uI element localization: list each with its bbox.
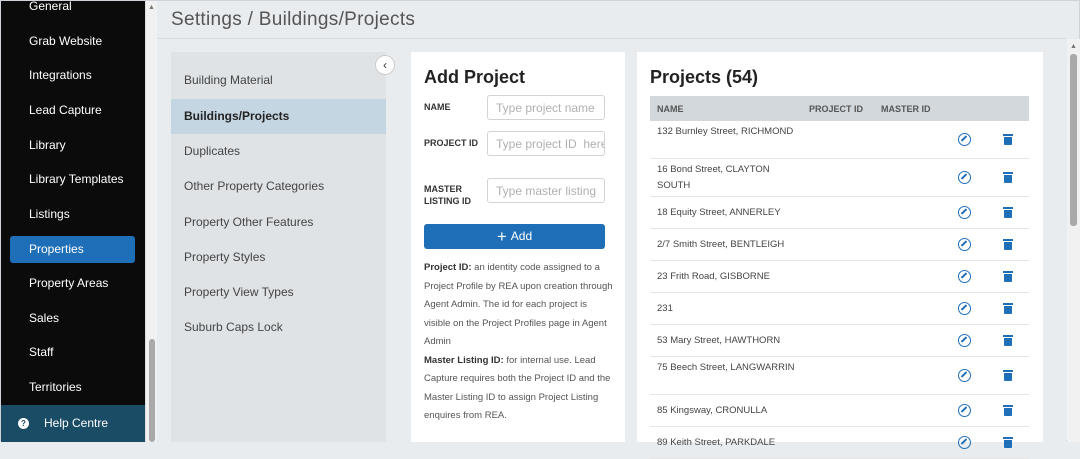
title-divider xyxy=(158,38,1066,39)
master-listing-id-input[interactable] xyxy=(487,178,605,203)
project-name: 18 Equity Street, ANNERLEY xyxy=(657,207,781,218)
table-row: 75 Beech Street, LANGWARRIN xyxy=(650,357,1029,395)
settings-nav-suburb-caps-lock[interactable]: Suburb Caps Lock xyxy=(171,310,386,345)
trash-icon[interactable] xyxy=(1003,133,1013,145)
trash-icon[interactable] xyxy=(1003,270,1013,282)
project-name: 23 Frith Road, GISBORNE xyxy=(657,271,770,282)
project-name: 75 Beech Street, LANGWARRIN xyxy=(657,362,795,373)
sidebar-item-territories[interactable]: Territories xyxy=(10,374,135,401)
settings-nav-buildings-projects[interactable]: Buildings/Projects xyxy=(171,99,386,134)
sidebar-scrollbar-thumb[interactable] xyxy=(149,339,155,442)
add-project-title: Add Project xyxy=(424,67,526,87)
sidebar-scrollbar[interactable]: ▲ xyxy=(145,1,157,442)
projects-panel: Projects (54) NAME PROJECT ID MASTER ID … xyxy=(637,52,1043,459)
add-project-button[interactable]: + Add xyxy=(424,224,605,249)
column-header-project-id[interactable]: PROJECT ID xyxy=(809,104,863,114)
edit-icon[interactable] xyxy=(958,436,971,449)
trash-icon[interactable] xyxy=(1003,302,1013,314)
settings-nav-property-other-features[interactable]: Property Other Features xyxy=(171,205,386,240)
help-icon: ? xyxy=(18,418,29,429)
settings-nav-building-material[interactable]: Building Material xyxy=(171,63,386,98)
help-project-id-text: an identity code assigned to a Project P… xyxy=(424,262,613,347)
main-scrollbar[interactable]: ▲ xyxy=(1067,39,1080,442)
help-master-title: Master Listing ID: xyxy=(424,354,504,366)
edit-icon[interactable] xyxy=(958,270,971,283)
project-name: 53 Mary Street, HAWTHORN xyxy=(657,335,781,346)
help-centre-link[interactable]: ? Help Centre xyxy=(1,405,145,442)
edit-icon[interactable] xyxy=(958,334,971,347)
table-row: 231 xyxy=(650,293,1029,325)
table-row: 132 Burnley Street, RICHMOND xyxy=(650,121,1029,159)
table-row: 2/7 Smith Street, BENTLEIGH xyxy=(650,229,1029,261)
project-name: 16 Bond Street, CLAYTON SOUTH xyxy=(657,164,770,191)
name-label: NAME xyxy=(424,102,451,112)
sidebar: General Grab Website Integrations Lead C… xyxy=(1,0,145,442)
trash-icon[interactable] xyxy=(1003,369,1013,381)
edit-icon[interactable] xyxy=(958,302,971,315)
project-name: 85 Kingsway, CRONULLA xyxy=(657,405,768,416)
column-header-name[interactable]: NAME xyxy=(657,104,684,114)
trash-icon[interactable] xyxy=(1003,404,1013,416)
edit-icon[interactable] xyxy=(958,404,971,417)
trash-icon[interactable] xyxy=(1003,206,1013,218)
table-row: 85 Kingsway, CRONULLA xyxy=(650,395,1029,427)
plus-icon: + xyxy=(496,227,507,246)
edit-icon[interactable] xyxy=(958,171,971,184)
help-project-id-title: Project ID: xyxy=(424,262,472,273)
settings-nav-other-property-categories[interactable]: Other Property Categories xyxy=(171,169,386,204)
sidebar-item-integrations[interactable]: Integrations xyxy=(10,62,135,89)
sidebar-item-grab-website[interactable]: Grab Website xyxy=(10,28,135,55)
help-centre-label: Help Centre xyxy=(44,416,109,430)
settings-nav-duplicates[interactable]: Duplicates xyxy=(171,134,386,169)
edit-icon[interactable] xyxy=(958,133,971,146)
settings-nav: Building Material Buildings/Projects Dup… xyxy=(171,52,386,442)
scroll-up-arrow-icon[interactable]: ▲ xyxy=(148,4,155,11)
table-row: 23 Frith Road, GISBORNE xyxy=(650,261,1029,293)
sidebar-item-general[interactable]: General xyxy=(10,0,135,20)
sidebar-item-lead-capture[interactable]: Lead Capture xyxy=(10,97,135,124)
project-id-label: PROJECT ID xyxy=(424,138,479,148)
project-name: 132 Burnley Street, RICHMOND xyxy=(657,126,794,137)
table-row: 89 Keith Street, PARKDALE xyxy=(650,427,1029,459)
add-project-panel: Add Project NAME PROJECT ID MASTER LISTI… xyxy=(411,52,625,442)
trash-icon[interactable] xyxy=(1003,436,1013,448)
project-name: 231 xyxy=(657,303,673,314)
table-row: 18 Equity Street, ANNERLEY xyxy=(650,197,1029,229)
settings-nav-property-view-types[interactable]: Property View Types xyxy=(171,275,386,310)
edit-icon[interactable] xyxy=(958,238,971,251)
settings-nav-property-styles[interactable]: Property Styles xyxy=(171,240,386,275)
project-name: 89 Keith Street, PARKDALE xyxy=(657,437,776,448)
trash-icon[interactable] xyxy=(1003,171,1013,183)
trash-icon[interactable] xyxy=(1003,334,1013,346)
column-header-master-id[interactable]: MASTER ID xyxy=(881,104,931,114)
sidebar-item-library-templates[interactable]: Library Templates xyxy=(10,166,135,193)
sidebar-item-property-areas[interactable]: Property Areas xyxy=(10,270,135,297)
master-listing-id-label: MASTER LISTING ID xyxy=(424,184,471,206)
scroll-up-arrow-icon[interactable]: ▲ xyxy=(1070,43,1077,50)
project-id-input[interactable] xyxy=(487,131,605,156)
edit-icon[interactable] xyxy=(958,206,971,219)
table-row: 53 Mary Street, HAWTHORN xyxy=(650,325,1029,357)
trash-icon[interactable] xyxy=(1003,238,1013,250)
main-content: Settings / Buildings/Projects Building M… xyxy=(158,1,1066,459)
help-text: Project ID: an identity code assigned to… xyxy=(424,259,614,426)
sidebar-item-properties[interactable]: Properties xyxy=(10,236,135,263)
page-title: Settings / Buildings/Projects xyxy=(171,9,416,30)
sidebar-item-staff[interactable]: Staff xyxy=(10,339,135,366)
table-row: 16 Bond Street, CLAYTON SOUTH xyxy=(650,159,1029,197)
project-name-input[interactable] xyxy=(487,95,605,120)
main-scrollbar-thumb[interactable] xyxy=(1070,54,1077,226)
project-name: 2/7 Smith Street, BENTLEIGH xyxy=(657,239,785,250)
projects-table-header: NAME PROJECT ID MASTER ID xyxy=(650,96,1029,121)
add-button-label: Add xyxy=(510,229,533,243)
sidebar-item-listings[interactable]: Listings xyxy=(10,201,135,228)
projects-title: Projects (54) xyxy=(650,67,759,87)
edit-icon[interactable] xyxy=(958,369,971,382)
collapse-chevron-left-icon[interactable]: ‹ xyxy=(375,55,395,75)
sidebar-item-sales[interactable]: Sales xyxy=(10,305,135,332)
sidebar-item-library[interactable]: Library xyxy=(10,132,135,159)
